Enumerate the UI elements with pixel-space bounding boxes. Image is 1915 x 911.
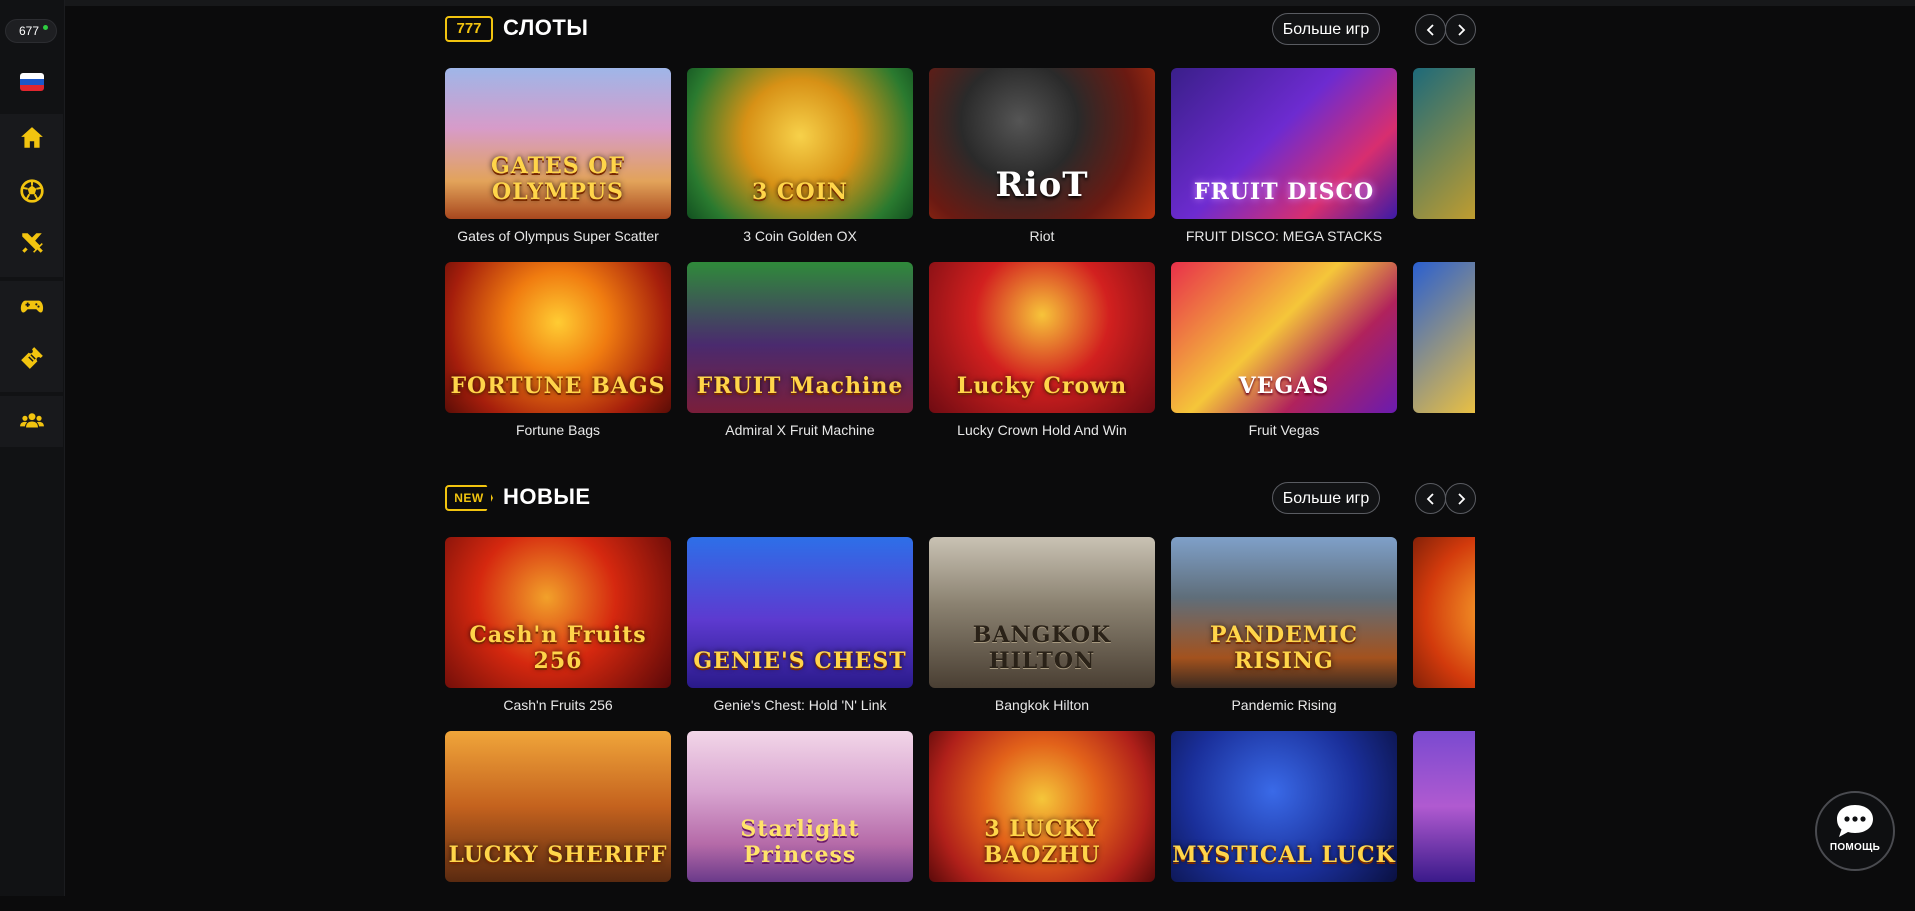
game-thumbnail[interactable]: 3 LUCKY BAOZHU [929,731,1155,882]
game-thumbnail[interactable]: GENIE'S CHEST [687,537,913,688]
chevron-right-icon [1457,492,1465,505]
more-games-button[interactable]: Больше игр [1272,482,1380,514]
game-title: FRUIT DISCO: MEGA STACKS [1185,228,1383,244]
game-card[interactable]: RioT Riot [929,68,1155,244]
game-title: Fortune Bags [515,422,601,438]
game-card[interactable]: 3 COIN 3 Coin Golden OX [687,68,913,244]
game-thumbnail[interactable]: 3 COIN [687,68,913,219]
game-thumbnail[interactable] [1413,537,1475,688]
game-title: Gates of Olympus Super Scatter [457,228,659,244]
game-title: Lucky Crown Hold And Win [957,422,1127,438]
game-card[interactable]: FRUIT DISCO FRUIT DISCO: MEGA STACKS [1171,68,1397,244]
game-thumbnail[interactable] [1413,68,1475,219]
game-card[interactable]: 3 LUCKY BAOZHU [929,731,1155,891]
game-card[interactable]: FRUIT Machine Admiral X Fruit Machine [687,262,913,438]
online-counter: 677 [5,19,57,43]
ticket-icon[interactable] [18,344,46,372]
new-badge-icon: NEW [445,485,493,511]
game-card[interactable]: MYSTICAL LUCK [1171,731,1397,891]
slots-777-icon: 777 [445,16,493,42]
game-thumbnail[interactable]: Lucky Crown [929,262,1155,413]
game-row: LUCKY SHERIFF Starlight Princess 3 LUCKY… [445,731,1475,911]
game-title: Fruit Vegas [1248,422,1320,438]
game-title: Genie's Chest: Hold 'N' Link [713,697,887,713]
game-title: Riot [1029,228,1055,244]
game-thumbnail[interactable]: MYSTICAL LUCK [1171,731,1397,882]
game-card[interactable]: B [1413,262,1475,422]
chevron-right-icon [1457,23,1465,36]
game-title: 3 Coin Golden OX [743,228,857,244]
game-card[interactable]: BANGKOK HILTON Bangkok Hilton [929,537,1155,713]
online-dot-icon [43,25,48,30]
game-row: GATES OF OLYMPUS Gates of Olympus Super … [445,68,1475,248]
game-thumbnail[interactable]: FRUIT DISCO [1171,68,1397,219]
game-thumbnail[interactable]: B [1413,262,1475,413]
game-thumbnail[interactable]: GATES OF OLYMPUS [445,68,671,219]
game-row: Cash'n Fruits 256 Cash'n Fruits 256 GENI… [445,537,1475,717]
game-thumbnail[interactable]: FRUIT Machine [687,262,913,413]
game-card[interactable]: FORTUNE BAGS Fortune Bags [445,262,671,438]
prev-arrow-button[interactable] [1415,14,1446,45]
game-card[interactable]: VEGAS Fruit Vegas [1171,262,1397,438]
game-card[interactable]: PANDEMIC RISING Pandemic Rising [1171,537,1397,713]
game-thumbnail[interactable]: Cash'n Fruits 256 [445,537,671,688]
chevron-left-icon [1426,492,1434,505]
section-title: СЛОТЫ [503,15,589,40]
game-card[interactable]: Starlight Princess [687,731,913,891]
game-thumbnail[interactable]: PANDEMIC RISING [1171,537,1397,688]
game-card[interactable]: GATES OF OLYMPUS Gates of Olympus Super … [445,68,671,244]
game-title: Admiral X Fruit Machine [725,422,875,438]
users-icon[interactable] [18,407,46,435]
next-arrow-button[interactable] [1445,14,1476,45]
game-thumbnail[interactable]: FORTUNE BAGS [445,262,671,413]
game-thumbnail[interactable]: LUCKY SHERIFF [445,731,671,882]
game-title: Bangkok Hilton [994,697,1090,713]
game-thumbnail[interactable]: BANGKOK HILTON [929,537,1155,688]
section-title: НОВЫЕ [503,484,591,509]
gamepad-icon[interactable] [18,292,46,320]
crossed-swords-icon[interactable] [18,229,46,257]
language-flag-ru[interactable] [20,73,44,91]
chat-bubble-icon [1837,805,1873,837]
online-count: 677 [19,24,40,38]
game-card[interactable]: GENIE'S CHEST Genie's Chest: Hold 'N' Li… [687,537,913,713]
game-thumbnail[interactable]: VEGAS [1171,262,1397,413]
game-row: FORTUNE BAGS Fortune Bags FRUIT Machine … [445,262,1475,442]
game-thumbnail[interactable] [1413,731,1475,882]
game-title: Pandemic Rising [1231,697,1337,713]
game-card[interactable]: LUCKY SHERIFF [445,731,671,891]
sports-ball-icon[interactable] [18,177,46,205]
home-icon[interactable] [18,124,46,152]
section-header-new: NEW НОВЫЕ Больше игр [445,478,1476,518]
prev-arrow-button[interactable] [1415,483,1446,514]
game-card[interactable] [1413,537,1475,697]
help-chat-button[interactable]: ПОМОЩЬ [1815,791,1895,871]
game-card[interactable]: Cash'n Fruits 256 Cash'n Fruits 256 [445,537,671,713]
game-card[interactable] [1413,68,1475,228]
game-thumbnail[interactable]: RioT [929,68,1155,219]
game-title: Cash'n Fruits 256 [503,697,613,713]
sidebar: 677 [0,0,65,896]
game-card[interactable] [1413,731,1475,891]
section-header-slots: 777 СЛОТЫ Больше игр [445,9,1476,49]
game-card[interactable]: Lucky Crown Lucky Crown Hold And Win [929,262,1155,438]
game-thumbnail[interactable]: Starlight Princess [687,731,913,882]
more-games-button[interactable]: Больше игр [1272,13,1380,45]
top-bar [64,0,1915,6]
next-arrow-button[interactable] [1445,483,1476,514]
chevron-left-icon [1426,23,1434,36]
help-label: ПОМОЩЬ [1829,842,1881,853]
